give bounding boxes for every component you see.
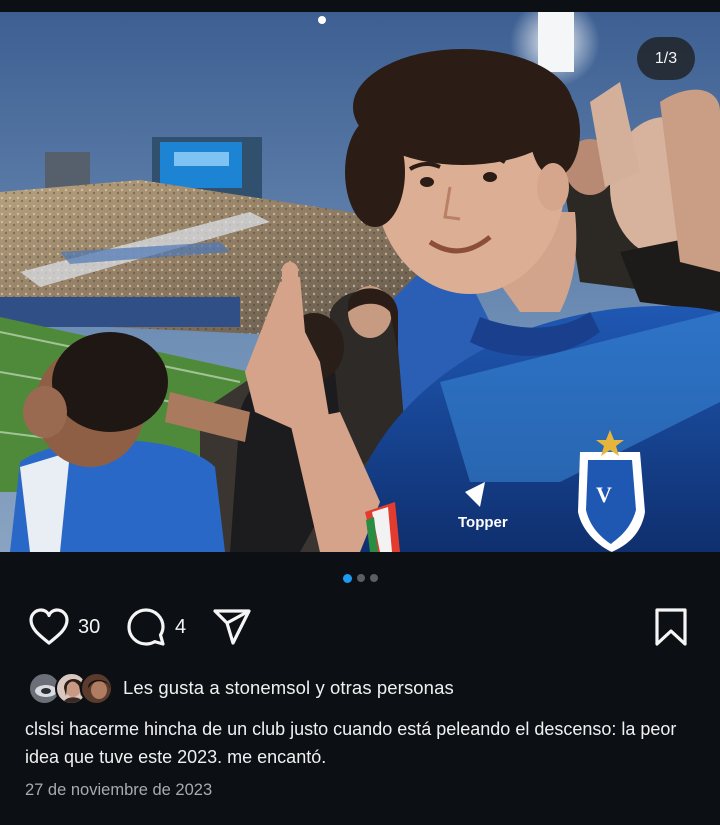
comment-count: 4 — [175, 615, 187, 638]
heart-icon — [29, 608, 69, 645]
svg-text:Topper: Topper — [458, 514, 508, 531]
liked-by-row[interactable]: Les gusta a stonemsol y otras personas — [28, 669, 454, 707]
liked-by-text[interactable]: Les gusta a stonemsol y otras personas — [123, 677, 454, 699]
send-icon — [213, 609, 251, 645]
status-strip — [0, 0, 720, 12]
liked-by-avatars — [28, 670, 114, 706]
post-photo[interactable]: Topper V 1/3 — [0, 12, 720, 552]
post-date: 27 de noviembre de 2023 — [25, 781, 213, 799]
comment-button[interactable]: 4 — [125, 604, 186, 650]
carousel-dot[interactable] — [356, 574, 365, 582]
post-caption: clslsi hacerme hincha de un club justo c… — [25, 719, 677, 767]
avatar — [80, 672, 113, 705]
carousel-indicator — [0, 572, 720, 584]
like-button[interactable]: 30 — [28, 604, 100, 650]
stadium-selfie-illustration: Topper V — [0, 12, 720, 552]
like-count: 30 — [78, 615, 101, 638]
comment-icon — [127, 608, 165, 646]
bookmark-icon — [655, 608, 687, 646]
carousel-dot-active[interactable] — [342, 573, 352, 583]
svg-text:V: V — [596, 482, 612, 507]
carousel-dot[interactable] — [369, 574, 378, 582]
save-button[interactable] — [652, 604, 690, 650]
post-actions-bar: 30 4 — [0, 604, 720, 650]
share-button[interactable] — [211, 604, 253, 650]
image-counter-badge: 1/3 — [637, 37, 695, 80]
